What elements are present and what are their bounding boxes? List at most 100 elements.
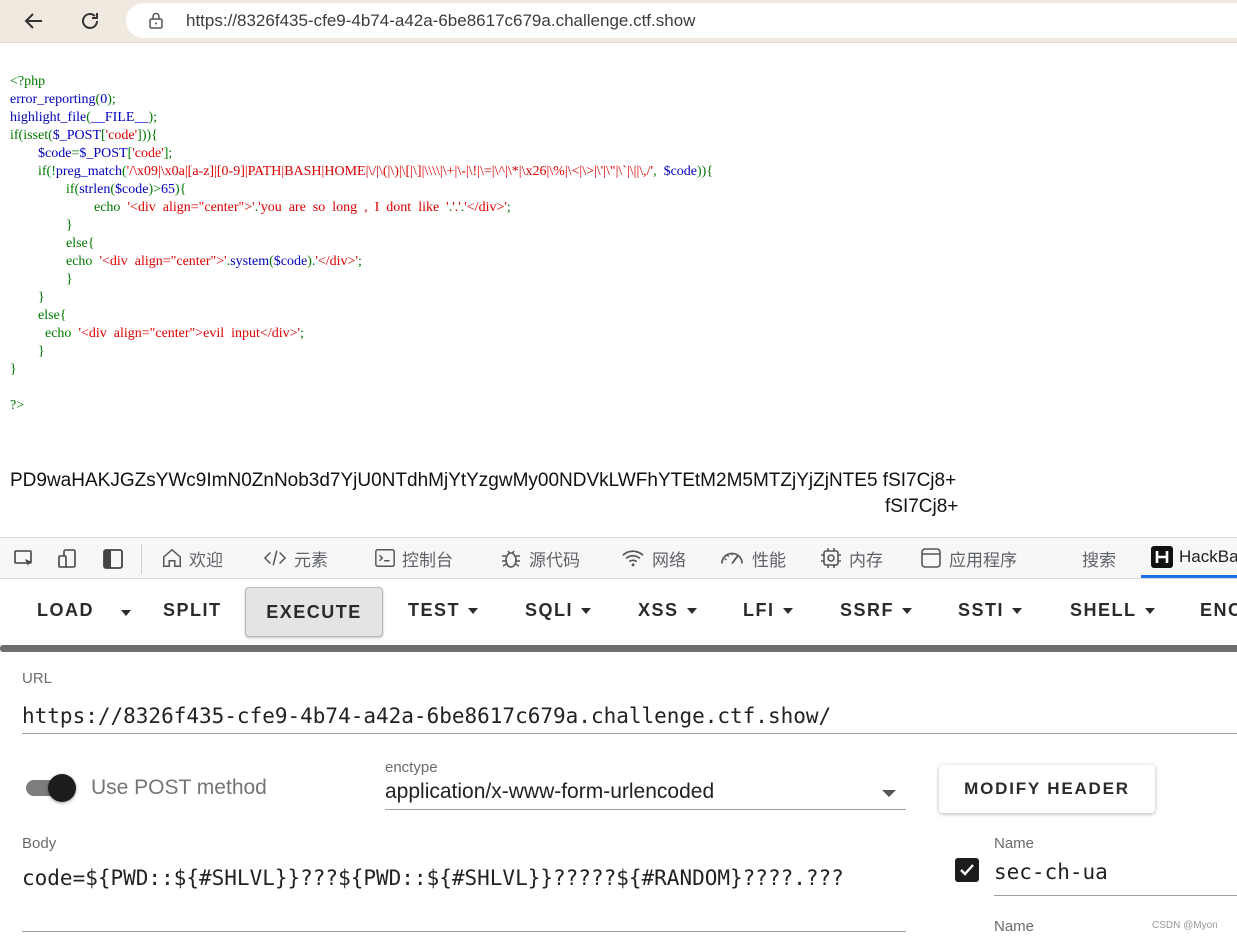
address-bar[interactable]: https://8326f435-cfe9-4b74-a42a-6be8617c… xyxy=(126,3,1237,38)
header-name-label: Name xyxy=(994,918,1035,935)
body-textarea[interactable]: code=${PWD::${#SHLVL}}???${PWD::${#SHLVL… xyxy=(22,862,906,932)
code-line: highlight_file(__FILE__); xyxy=(10,109,1230,127)
tab-label: 元素 xyxy=(294,550,328,570)
inspect-element-icon[interactable] xyxy=(12,547,36,571)
enctype-select[interactable]: application/x-www-form-urlencoded xyxy=(385,778,906,810)
execute-button[interactable]: EXECUTE xyxy=(245,587,383,637)
code-token: strlen xyxy=(79,182,111,197)
shell-menu-button[interactable]: SHELL xyxy=(1070,600,1155,621)
tab-sources[interactable]: 源代码 xyxy=(499,538,580,578)
code-line: } xyxy=(10,289,1230,307)
tab-console[interactable]: 控制台 xyxy=(374,538,453,578)
button-label: EXECUTE xyxy=(266,601,362,622)
post-method-toggle[interactable] xyxy=(24,772,80,804)
command-output-line: PD9waHAKJGZsYWc9ImN0ZnNob3d7YjU0NTdhMjYt… xyxy=(10,470,957,491)
code-token: $_POST xyxy=(52,128,101,143)
tab-label: 内存 xyxy=(849,550,883,570)
code-token: 'code' xyxy=(132,146,164,161)
tab-search[interactable]: 搜索 xyxy=(1082,538,1116,578)
button-label: SPLIT xyxy=(163,600,222,620)
device-emulation-icon[interactable] xyxy=(56,547,80,571)
chevron-down-icon xyxy=(581,608,592,615)
back-button[interactable] xyxy=(17,4,51,38)
code-line: else{ xyxy=(10,235,1230,253)
chevron-down-icon xyxy=(686,608,697,615)
code-token: , xyxy=(653,164,664,179)
address-bar-url[interactable]: https://8326f435-cfe9-4b74-a42a-6be8617c… xyxy=(186,11,695,31)
chevron-down-icon xyxy=(782,608,793,615)
header-name-input[interactable]: sec-ch-ua xyxy=(994,860,1237,896)
code-token: system xyxy=(230,254,270,269)
header-enabled-checkbox[interactable] xyxy=(955,858,979,882)
url-input[interactable] xyxy=(22,698,1237,734)
code-token: else{ xyxy=(10,236,95,251)
button-label: SSTI xyxy=(958,600,1005,620)
code-token: 65 xyxy=(161,182,175,197)
arrow-left-icon xyxy=(24,13,42,29)
code-token: preg_match xyxy=(55,164,122,179)
ssrf-menu-button[interactable]: SSRF xyxy=(840,600,913,621)
watermark: CSDN @Myon⁠ xyxy=(1152,920,1218,931)
xss-menu-button[interactable]: XSS xyxy=(638,600,697,621)
code-token: )> xyxy=(148,182,161,197)
code-icon xyxy=(263,550,287,566)
tab-network[interactable]: 网络 xyxy=(620,538,686,578)
tab-label: 网络 xyxy=(652,550,686,570)
button-label: LOAD xyxy=(37,600,94,620)
button-label: LFI xyxy=(743,600,775,620)
load-options-dropdown[interactable] xyxy=(121,610,131,616)
button-label: SHELL xyxy=(1070,600,1137,620)
enctype-value: application/x-www-form-urlencoded xyxy=(385,780,715,803)
modify-header-button[interactable]: MODIFY HEADER xyxy=(939,765,1155,813)
code-token: '.' xyxy=(452,200,461,215)
chevron-down-icon xyxy=(882,790,896,797)
lock-icon xyxy=(149,12,163,29)
code-token: if(! xyxy=(10,164,56,179)
tab-welcome[interactable]: 欢迎 xyxy=(161,538,223,578)
code-token: __FILE__ xyxy=(90,110,149,125)
code-token: $code xyxy=(273,254,308,269)
code-token: ; xyxy=(506,200,511,215)
tab-elements[interactable]: 元素 xyxy=(262,538,328,578)
tab-hackbar[interactable]: HackBar xyxy=(1141,538,1237,578)
tab-label: 应用程序 xyxy=(949,550,1017,570)
code-token: $code xyxy=(38,146,72,161)
code-line: if(isset($_POST['code'])){ xyxy=(10,127,1230,145)
code-token: )){ xyxy=(697,164,714,179)
split-button[interactable]: SPLIT xyxy=(163,600,222,621)
code-token: ){ xyxy=(175,182,187,197)
encoding-menu-button[interactable]: ENC xyxy=(1200,600,1237,621)
load-button[interactable]: LOAD xyxy=(37,600,94,621)
php-source-code: <?php error_reporting(0); highlight_file(_… xyxy=(10,73,1230,415)
wifi-icon xyxy=(622,550,644,567)
devtools-tab-bar: 欢迎 元素 控制台 源代码 网络 性能 内存 应用程序 搜索 HackBar xyxy=(0,537,1237,579)
tab-performance[interactable]: 性能 xyxy=(718,538,786,578)
tab-memory[interactable]: 内存 xyxy=(819,538,883,578)
code-token: '</div>' xyxy=(315,254,358,269)
lfi-menu-button[interactable]: LFI xyxy=(743,600,793,621)
code-line: ?> xyxy=(10,397,1230,415)
console-icon xyxy=(375,549,395,567)
code-token: $code xyxy=(663,164,698,179)
code-token: highlight_file xyxy=(10,110,87,125)
test-menu-button[interactable]: TEST xyxy=(408,600,479,621)
button-label: TEST xyxy=(408,600,461,620)
chevron-down-icon xyxy=(468,608,479,615)
sqli-menu-button[interactable]: SQLI xyxy=(525,600,592,621)
button-label: SQLI xyxy=(525,600,574,620)
tab-application[interactable]: 应用程序 xyxy=(919,538,1017,578)
sidebar-toggle-icon[interactable] xyxy=(101,547,125,571)
body-label: Body xyxy=(22,835,57,852)
browser-toolbar: https://8326f435-cfe9-4b74-a42a-6be8617c… xyxy=(0,0,1237,43)
reload-button[interactable] xyxy=(73,4,107,38)
code-line: error_reporting(0); xyxy=(10,91,1230,109)
code-line: } xyxy=(10,271,1230,289)
command-output-line: fSI7Cj8+ xyxy=(885,496,959,517)
tab-label: 控制台 xyxy=(402,550,453,570)
chevron-down-icon xyxy=(902,608,913,615)
code-token: <?php xyxy=(10,74,46,89)
hackbar-logo-icon xyxy=(1151,545,1173,568)
code-token: if( xyxy=(10,182,80,197)
ssti-menu-button[interactable]: SSTI xyxy=(958,600,1023,621)
chevron-down-icon xyxy=(1012,608,1023,615)
